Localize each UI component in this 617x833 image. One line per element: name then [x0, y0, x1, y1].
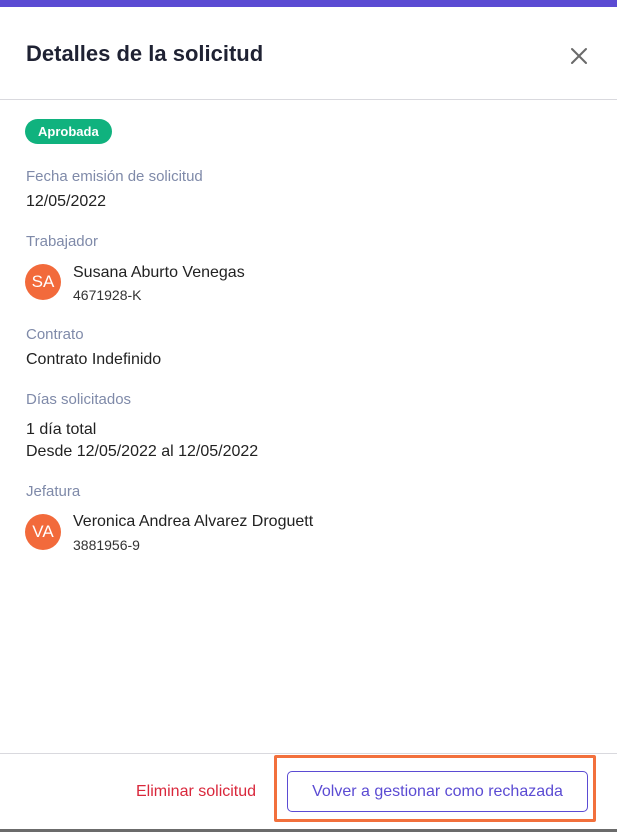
worker-name: Susana Aburto Venegas	[73, 264, 245, 281]
contract-value: Contrato Indefinido	[26, 351, 162, 368]
issue-date-label: Fecha emisión de solicitud	[26, 168, 203, 185]
delete-request-link[interactable]: Eliminar solicitud	[136, 783, 256, 801]
close-icon	[571, 48, 587, 64]
days-total: 1 día total	[26, 421, 97, 438]
status-badge: Aprobada	[25, 119, 112, 144]
days-label: Días solicitados	[26, 391, 132, 408]
manager-id: 3881956-9	[73, 537, 140, 553]
days-range: Desde 12/05/2022 al 12/05/2022	[26, 443, 259, 460]
manager-name: Veronica Andrea Alvarez Droguett	[73, 513, 314, 530]
worker-avatar: SA	[25, 264, 61, 300]
close-button[interactable]	[564, 41, 594, 71]
worker-label: Trabajador	[26, 233, 98, 250]
manager-label: Jefatura	[26, 483, 81, 500]
manager-avatar: VA	[25, 514, 61, 550]
dialog-title: Detalles de la solicitud	[26, 41, 264, 66]
regest-rejected-button[interactable]: Volver a gestionar como rechazada	[287, 771, 588, 812]
worker-id: 4671928-K	[73, 287, 142, 303]
dialog-header: Detalles de la solicitud	[0, 7, 617, 100]
issue-date-value: 12/05/2022	[26, 193, 107, 210]
contract-label: Contrato	[26, 326, 84, 343]
top-accent-bar	[0, 0, 617, 7]
